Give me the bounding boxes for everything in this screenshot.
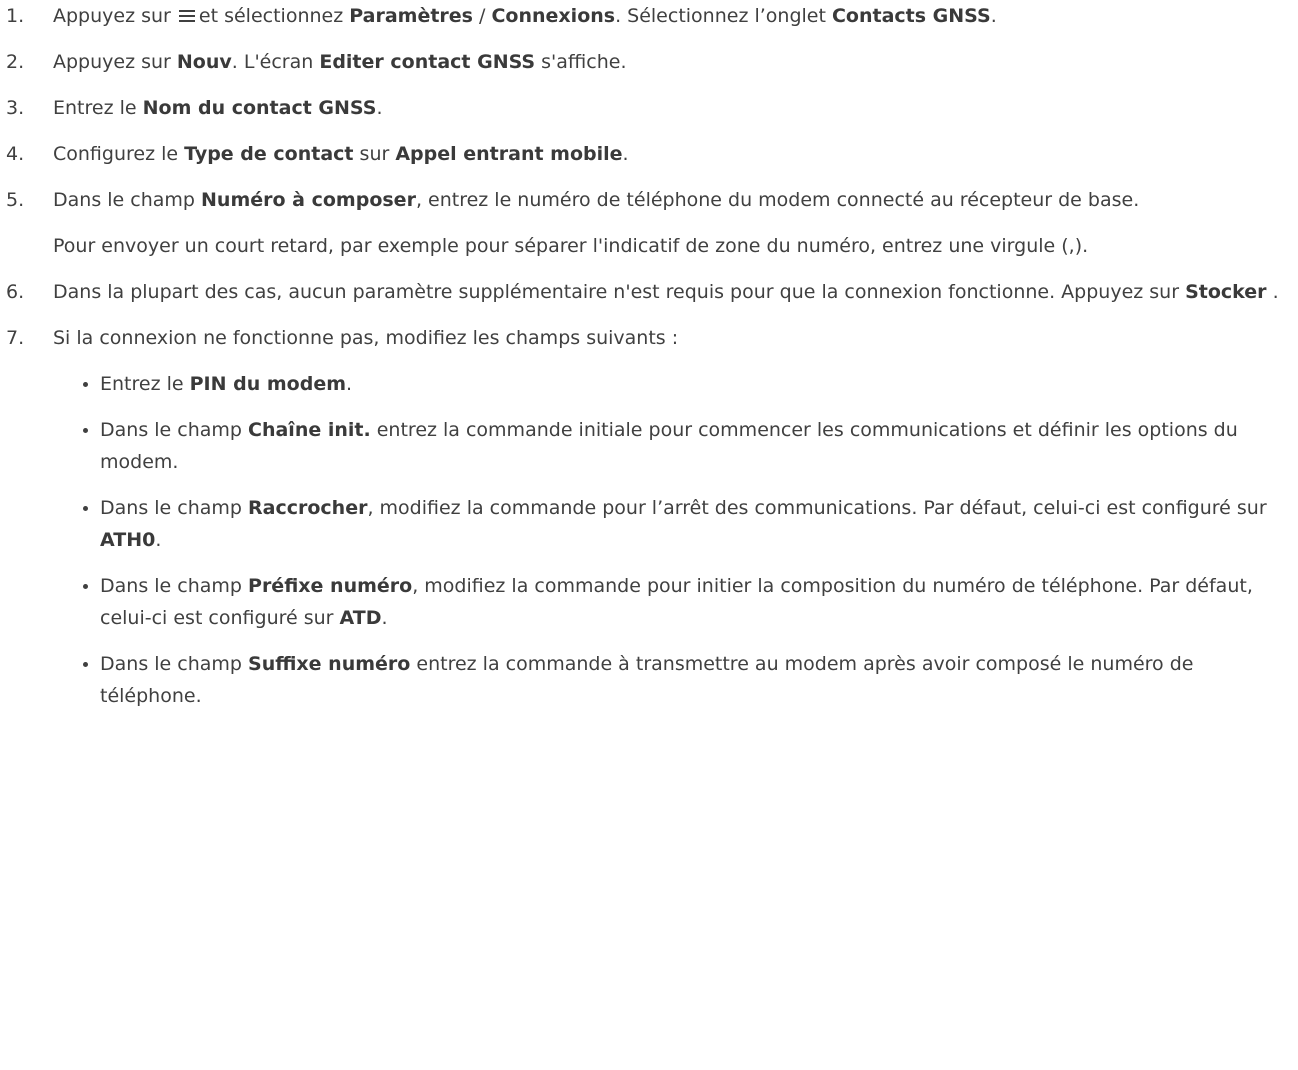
default-value: ATD <box>339 607 382 629</box>
step-7: 7. Si la connexion ne fonctionne pas, mo… <box>0 322 1298 712</box>
step-text: Appuyez sur et sélectionnez Paramètres /… <box>53 5 997 27</box>
step-number: 7. <box>6 327 25 349</box>
step-5: 5. Dans le champ Numéro à composer, entr… <box>0 184 1298 262</box>
step-6: 6. Dans la plupart des cas, aucun paramè… <box>0 276 1298 308</box>
sub-step-modem-pin: Entrez le PIN du modem. <box>53 368 1288 400</box>
field-name: Suffixe numéro <box>248 653 411 675</box>
default-value: ATH0 <box>100 529 156 551</box>
procedure-steps: 1. Appuyez sur et sélectionnez Paramètre… <box>0 0 1298 712</box>
step-number: 1. <box>6 5 25 27</box>
step-number: 4. <box>6 143 25 165</box>
step-text: Dans le champ Numéro à composer, entrez … <box>53 189 1140 211</box>
field-name: PIN du modem <box>189 373 346 395</box>
step-3: 3. Entrez le Nom du contact GNSS. <box>0 92 1298 124</box>
menu-icon <box>178 10 195 22</box>
bullet-icon <box>83 382 88 387</box>
sub-step-hang-up: Dans le champ Raccrocher, modifiez la co… <box>53 492 1288 556</box>
step-number: 2. <box>6 51 25 73</box>
sub-steps: Entrez le PIN du modem. Dans le champ Ch… <box>53 368 1288 712</box>
sub-step-dial-prefix: Dans le champ Préfixe numéro, modifiez l… <box>53 570 1288 634</box>
bullet-icon <box>83 662 88 667</box>
step-number: 3. <box>6 97 25 119</box>
field-value: Appel entrant mobile <box>395 143 623 165</box>
menu-settings: Paramètres <box>349 5 473 27</box>
step-text: Appuyez sur Nouv. L'écran Editer contact… <box>53 51 627 73</box>
step-4: 4. Configurez le Type de contact sur App… <box>0 138 1298 170</box>
step-1: 1. Appuyez sur et sélectionnez Paramètre… <box>0 0 1298 32</box>
step-text: Si la connexion ne fonctionne pas, modif… <box>53 327 679 349</box>
step-text: Dans la plupart des cas, aucun paramètre… <box>53 281 1279 303</box>
step-number: 5. <box>6 189 25 211</box>
field-name: Type de contact <box>184 143 354 165</box>
store-button-label: Stocker <box>1185 281 1267 303</box>
menu-connections: Connexions <box>491 5 616 27</box>
step-2: 2. Appuyez sur Nouv. L'écran Editer cont… <box>0 46 1298 78</box>
field-name: Numéro à composer <box>201 189 416 211</box>
bullet-icon <box>83 506 88 511</box>
tab-gnss-contacts: Contacts GNSS <box>831 5 991 27</box>
step-number: 6. <box>6 281 25 303</box>
bullet-icon <box>83 584 88 589</box>
field-name: Préfixe numéro <box>248 575 413 597</box>
new-button-label: Nouv <box>176 51 232 73</box>
step-text: Entrez le Nom du contact GNSS. <box>53 97 383 119</box>
screen-name: Editer contact GNSS <box>319 51 536 73</box>
sub-step-dial-suffix: Dans le champ Suffixe numéro entrez la c… <box>53 648 1288 712</box>
document-page: 1. Appuyez sur et sélectionnez Paramètre… <box>0 0 1298 1070</box>
step-text: Configurez le Type de contact sur Appel … <box>53 143 629 165</box>
bullet-icon <box>83 428 88 433</box>
field-name: Nom du contact GNSS <box>142 97 377 119</box>
sub-step-init-string: Dans le champ Chaîne init. entrez la com… <box>53 414 1288 478</box>
field-name: Chaîne init. <box>248 419 371 441</box>
step-note: Pour envoyer un court retard, par exempl… <box>53 235 1089 257</box>
field-name: Raccrocher <box>248 497 368 519</box>
